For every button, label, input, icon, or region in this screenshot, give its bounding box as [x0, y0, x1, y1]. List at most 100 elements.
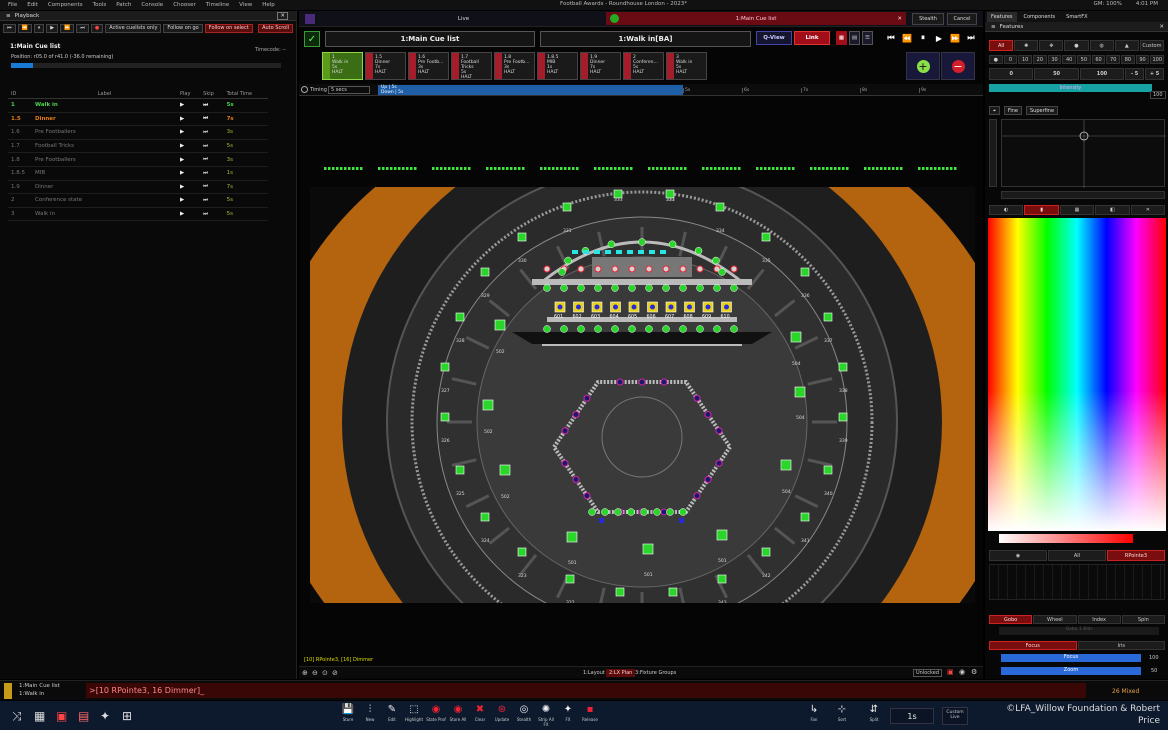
- play-icon[interactable]: ▶: [177, 166, 201, 181]
- fixture-marker[interactable]: [572, 411, 580, 419]
- fixture-marker[interactable]: [607, 240, 616, 249]
- value-button[interactable]: 70: [1106, 55, 1121, 64]
- cue-row[interactable]: 1.8.5 MIB ▶ ⏭ 1s: [8, 166, 268, 181]
- fixture-marker[interactable]: [645, 284, 653, 292]
- tool-state-prof-button[interactable]: ◉ State Prof: [426, 703, 446, 723]
- fixture-marker[interactable]: [614, 508, 622, 516]
- value-button[interactable]: 60: [1091, 55, 1106, 64]
- fixture-marker[interactable]: [577, 284, 585, 292]
- stage-plan[interactable]: 333 333333334335330331329 336337328327 3383…: [310, 187, 975, 603]
- colour-spectrum-icon[interactable]: ▮: [1024, 205, 1059, 215]
- fixture-marker[interactable]: [599, 518, 604, 523]
- fixture-marker[interactable]: [687, 304, 692, 310]
- menu-tools[interactable]: Tools: [93, 2, 107, 8]
- gobo-builder-button[interactable]: Gobo 1 Bldr: [999, 627, 1159, 635]
- fixture-marker[interactable]: [716, 529, 728, 541]
- windows-icon[interactable]: ⊞: [122, 709, 132, 723]
- fixture-marker[interactable]: [660, 378, 668, 386]
- fixture-marker[interactable]: [543, 325, 551, 333]
- menu-components[interactable]: Components: [48, 2, 83, 8]
- fixture-marker[interactable]: [649, 250, 655, 254]
- fixture-marker[interactable]: [823, 312, 833, 322]
- fixture-marker[interactable]: [662, 284, 670, 292]
- follow-on-select-button[interactable]: Follow on select: [204, 23, 253, 33]
- fixture-marker[interactable]: [696, 284, 704, 292]
- go-icon[interactable]: [610, 14, 619, 23]
- fixture-marker[interactable]: [561, 459, 569, 467]
- fixture-marker[interactable]: [594, 265, 602, 273]
- fan-button[interactable]: ↳ Fan: [804, 703, 824, 723]
- fixture-marker[interactable]: [645, 265, 653, 273]
- tool-strip-all-fx-button[interactable]: ✺ Strip All FX: [536, 703, 556, 728]
- skip-icon[interactable]: ⏭: [200, 152, 224, 167]
- timing-select[interactable]: 5 secs: [328, 86, 370, 94]
- colour-wheel-icon[interactable]: ◧: [1095, 205, 1130, 215]
- tool-highlight-button[interactable]: ⬚ Highlight: [404, 703, 424, 723]
- type-custom-button[interactable]: Custom: [1139, 40, 1164, 51]
- fixture-marker[interactable]: [638, 238, 646, 246]
- auto-scroll-button[interactable]: Auto Scroll: [258, 23, 293, 33]
- value-button[interactable]: 90: [1135, 55, 1150, 64]
- menu-console[interactable]: Console: [141, 2, 163, 8]
- cue-row[interactable]: 1.8 Pre Footballers ▶ ⏭ 3s: [8, 152, 268, 167]
- fixture-marker[interactable]: [712, 256, 720, 265]
- custom-live-button[interactable]: Custom Live: [942, 707, 968, 725]
- fixture-marker[interactable]: [564, 256, 572, 265]
- value-mode-icon[interactable]: ●: [989, 55, 1003, 64]
- fixture-marker[interactable]: [628, 265, 636, 273]
- fixture-marker[interactable]: [611, 284, 619, 292]
- fixture-marker[interactable]: [724, 304, 729, 310]
- first-cue-button[interactable]: ⏮: [3, 23, 16, 33]
- fixture-marker[interactable]: [594, 304, 600, 310]
- fixture-marker[interactable]: [566, 531, 578, 543]
- beam-type-icon[interactable]: ◍: [1089, 40, 1114, 51]
- fixture-marker[interactable]: [611, 265, 619, 273]
- current-cuelist-bar[interactable]: 1:Main Cue list ✕: [606, 12, 906, 25]
- fixture-marker[interactable]: [576, 304, 581, 310]
- fixture-marker[interactable]: [761, 547, 771, 557]
- fixture-marker[interactable]: [638, 250, 644, 254]
- menu-view[interactable]: View: [239, 2, 252, 8]
- link-button[interactable]: Link: [794, 31, 830, 45]
- tool-release-button[interactable]: ▪ Release: [580, 703, 600, 723]
- grid-icon[interactable]: ▦: [34, 709, 45, 723]
- first-cue-button[interactable]: ⏮: [884, 31, 898, 45]
- fixture-marker[interactable]: [560, 284, 568, 292]
- fixture-marker[interactable]: [730, 265, 738, 273]
- fixture-marker[interactable]: [558, 268, 566, 276]
- fixture-marker[interactable]: [650, 304, 655, 310]
- fixture-marker[interactable]: [800, 267, 810, 277]
- col-rpointe3-button[interactable]: RPointe3: [1107, 550, 1165, 561]
- fixture-marker[interactable]: [562, 202, 572, 212]
- fixture-marker[interactable]: [613, 189, 623, 199]
- colour-value-slider[interactable]: [999, 534, 1133, 543]
- preset-button[interactable]: 50: [1034, 68, 1079, 80]
- fixture-marker[interactable]: [838, 362, 848, 372]
- fixture-marker[interactable]: [605, 250, 611, 254]
- fixture-marker[interactable]: [577, 325, 585, 333]
- stealth-button[interactable]: Stealth: [912, 12, 944, 25]
- tool-update-button[interactable]: ⊛ Update: [492, 703, 512, 723]
- add-cue-button[interactable]: +: [906, 52, 940, 80]
- position-mode-icon[interactable]: ⌖: [989, 106, 1000, 115]
- fixture-marker[interactable]: [594, 325, 602, 333]
- fixture-marker[interactable]: [715, 459, 723, 467]
- fixture-marker[interactable]: [696, 265, 704, 273]
- fixture-marker[interactable]: [679, 265, 687, 273]
- fixture-marker[interactable]: [588, 508, 596, 516]
- skip-icon[interactable]: ⏭: [200, 139, 224, 154]
- colour-type-icon[interactable]: ●: [1064, 40, 1089, 51]
- fixture-marker[interactable]: [730, 284, 738, 292]
- superfine-button[interactable]: Superfine: [1025, 106, 1059, 115]
- preset-button[interactable]: + 5: [1145, 68, 1165, 80]
- fixture-marker[interactable]: [823, 465, 833, 475]
- confirm-check-icon[interactable]: ✓: [304, 31, 320, 47]
- fixture-marker[interactable]: [517, 232, 527, 242]
- play-icon[interactable]: ▶: [177, 207, 201, 222]
- skip-icon[interactable]: ⏭: [200, 207, 224, 222]
- skip-icon[interactable]: ⏭: [200, 166, 224, 181]
- cue-row[interactable]: 2 Conference state ▶ ⏭ 5s: [8, 193, 268, 208]
- playback-icon[interactable]: ▤: [78, 709, 89, 723]
- tool-store-all-button[interactable]: ◉ Store All: [448, 703, 468, 723]
- fixture-marker[interactable]: [761, 232, 771, 242]
